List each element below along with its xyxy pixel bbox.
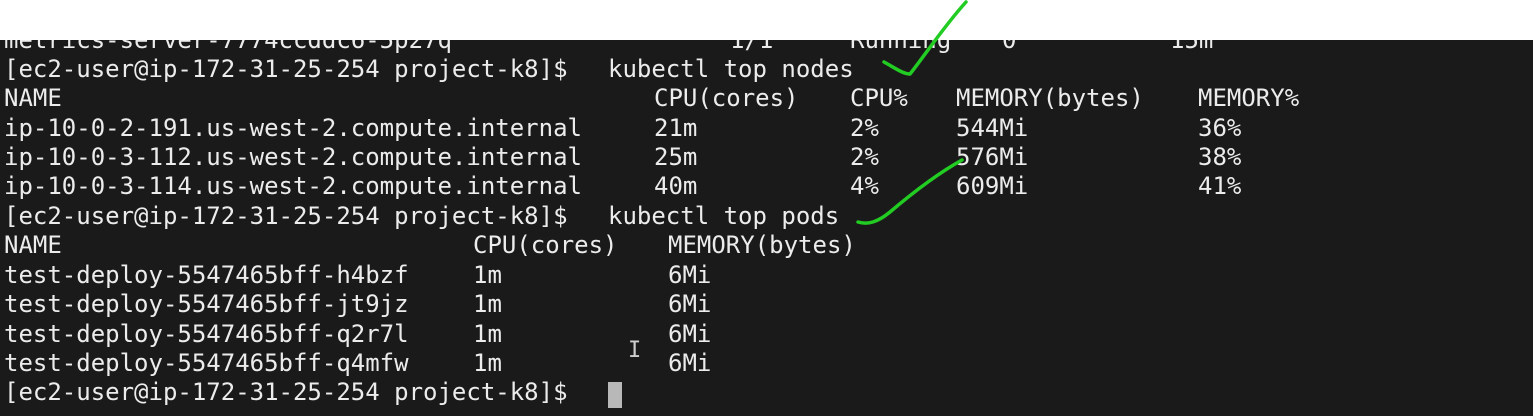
node-name: ip-10-0-2-191.us-west-2.compute.internal [4, 114, 582, 142]
table-row: ip-10-0-2-191.us-west-2.compute.internal… [4, 114, 1241, 143]
cell-ready: 1/1 [730, 40, 774, 54]
table-row: test-deploy-5547465bff-q2r7l 1m 6Mi [4, 320, 711, 349]
memory-bytes: 6Mi [668, 261, 712, 289]
cell-restarts: 0 [1002, 40, 1017, 54]
command-text: kubectl top pods [608, 202, 840, 230]
terminal-window[interactable]: metrics-server-7774ccddc6-5p27q 1/1 Runn… [0, 40, 1533, 416]
pod-name: test-deploy-5547465bff-jt9jz [4, 290, 409, 318]
cpu-cores: 1m [473, 290, 502, 318]
header-cell: MEMORY(bytes) [668, 231, 856, 259]
top-band [0, 0, 1533, 40]
table-row: ip-10-0-3-112.us-west-2.compute.internal… [4, 143, 1241, 172]
cell-status: Running [850, 40, 952, 54]
cpu-percent: 2% [850, 143, 879, 171]
shell-prompt: [ec2-user@ip-172-31-25-254 project-k8]$ [4, 202, 582, 230]
table-row: ip-10-0-3-114.us-west-2.compute.internal… [4, 172, 1241, 201]
cpu-cores: 1m [473, 320, 502, 348]
memory-percent: 38% [1198, 143, 1242, 171]
header-cell: MEMORY% [1198, 84, 1300, 112]
header-cell: NAME [4, 231, 62, 259]
table-row: test-deploy-5547465bff-jt9jz 1m 6Mi [4, 290, 711, 319]
memory-bytes: 6Mi [668, 290, 712, 318]
memory-bytes: 576Mi [956, 143, 1029, 171]
header-cell: CPU% [850, 84, 908, 112]
memory-percent: 41% [1198, 172, 1242, 200]
command-text: kubectl top nodes [608, 55, 854, 83]
memory-bytes: 544Mi [956, 114, 1029, 142]
cpu-cores: 21m [654, 114, 698, 142]
cpu-percent: 2% [850, 114, 879, 142]
cpu-cores: 40m [654, 172, 698, 200]
pod-name: test-deploy-5547465bff-q2r7l [4, 320, 409, 348]
header-cell: CPU(cores) [654, 84, 799, 112]
cut-off-row: metrics-server-7774ccddc6-5p27q 1/1 Runn… [4, 40, 1213, 55]
pods-table-header: NAME CPU(cores) MEMORY(bytes) [4, 231, 856, 260]
memory-bytes: 6Mi [668, 349, 712, 377]
header-cell: NAME [4, 84, 62, 112]
table-row: test-deploy-5547465bff-q4mfw 1m 6Mi [4, 349, 711, 378]
cpu-cores: 1m [473, 261, 502, 289]
table-row: test-deploy-5547465bff-h4bzf 1m 6Mi [4, 261, 711, 290]
command-line: [ec2-user@ip-172-31-25-254 project-k8]$ … [4, 202, 839, 231]
cpu-cores: 25m [654, 143, 698, 171]
node-name: ip-10-0-3-112.us-west-2.compute.internal [4, 143, 582, 171]
text-cursor[interactable] [608, 382, 622, 408]
command-line: [ec2-user@ip-172-31-25-254 project-k8]$ … [4, 55, 854, 84]
header-cell: MEMORY(bytes) [956, 84, 1144, 112]
cell-name: metrics-server-7774ccddc6-5p27q [4, 40, 452, 54]
shell-prompt: [ec2-user@ip-172-31-25-254 project-k8]$ [4, 55, 582, 83]
nodes-table-header: NAME CPU(cores) CPU% MEMORY(bytes) MEMOR… [4, 84, 1299, 113]
pod-name: test-deploy-5547465bff-h4bzf [4, 261, 409, 289]
i-beam-cursor-icon: I [628, 338, 642, 363]
cpu-percent: 4% [850, 172, 879, 200]
memory-bytes: 609Mi [956, 172, 1029, 200]
header-cell: CPU(cores) [473, 231, 618, 259]
shell-prompt: [ec2-user@ip-172-31-25-254 project-k8]$ [4, 378, 582, 406]
command-line[interactable]: [ec2-user@ip-172-31-25-254 project-k8]$ [4, 378, 622, 408]
memory-bytes: 6Mi [668, 320, 712, 348]
node-name: ip-10-0-3-114.us-west-2.compute.internal [4, 172, 582, 200]
pod-name: test-deploy-5547465bff-q4mfw [4, 349, 409, 377]
cell-age: 15m [1170, 40, 1214, 54]
cpu-cores: 1m [473, 349, 502, 377]
memory-percent: 36% [1198, 114, 1242, 142]
